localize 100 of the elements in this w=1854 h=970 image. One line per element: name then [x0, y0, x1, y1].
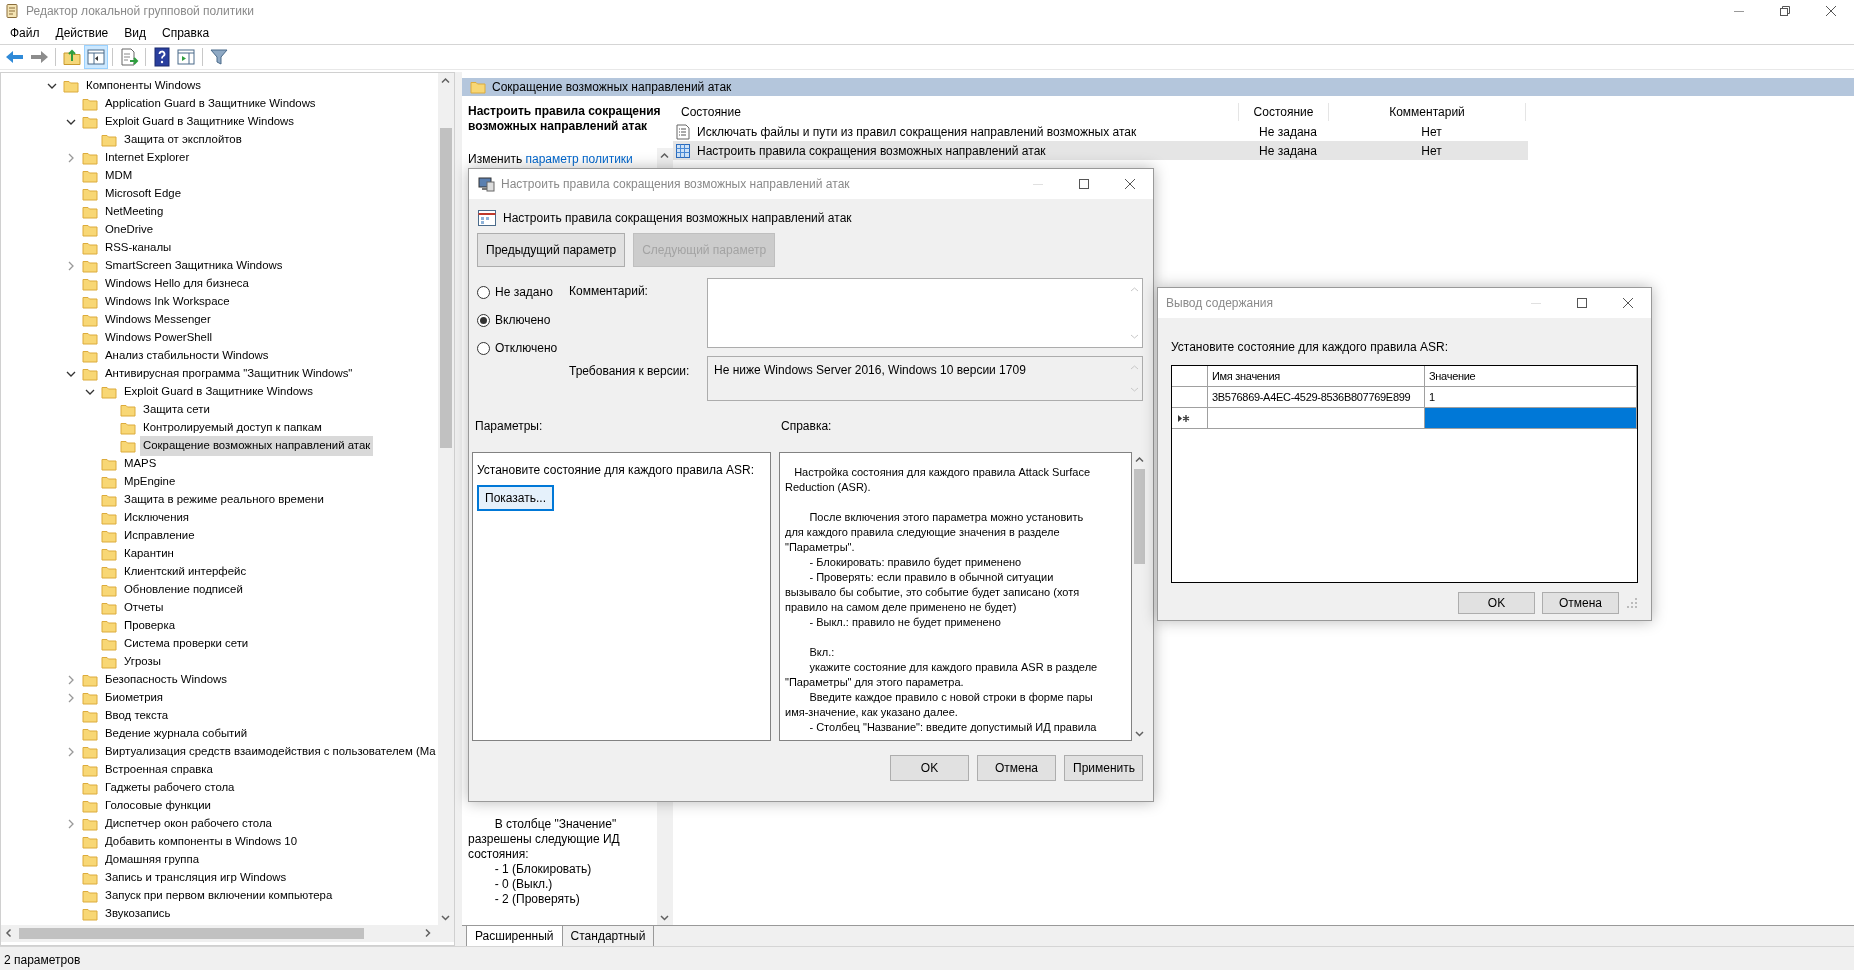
tree-item[interactable]: Гаджеты рабочего стола: [102, 778, 238, 798]
tree-item[interactable]: Windows Hello для бизнеса: [102, 274, 252, 294]
tree-item[interactable]: Голосовые функции: [102, 796, 214, 816]
tree-item[interactable]: Защита сети: [140, 400, 213, 420]
table-cell[interactable]: 3B576869-A4EC-4529-8536B807769E899: [1208, 387, 1425, 408]
tree-item[interactable]: Контролируемый доступ к папкам: [140, 418, 325, 438]
list-row[interactable]: Настроить правила сокращения возможных направлений атак Не задана Нет: [673, 141, 1528, 160]
tree-item[interactable]: Исправление: [121, 526, 198, 546]
scroll-thumb[interactable]: [1134, 469, 1145, 564]
tree-item[interactable]: Виртуализация средств взаимодействия с пользователем (Ма: [102, 742, 438, 762]
tree-item[interactable]: Встроенная справка: [102, 760, 216, 780]
table-cell[interactable]: [1208, 408, 1425, 429]
radio-icon[interactable]: [477, 341, 490, 355]
tree-item[interactable]: Запись и трансляция игр Windows: [102, 868, 290, 888]
filter-icon[interactable]: [208, 46, 230, 68]
tree-item[interactable]: MAPS: [121, 454, 160, 474]
radio-icon[interactable]: [477, 285, 490, 299]
help-paragraph: В столбце "Значение" разрешены следующие ИД состояния: - 1 (Блокировать) - 0 (Выкл.) - 2 (Проверять): [468, 817, 621, 907]
scroll-thumb[interactable]: [19, 928, 364, 939]
folder-icon: [82, 259, 98, 273]
dialog-button[interactable]: Отмена: [1542, 592, 1619, 614]
tree-item[interactable]: Exploit Guard в Защитнике Windows: [121, 382, 317, 402]
tree-item[interactable]: Запуск при первом включении компьютера: [102, 886, 336, 906]
tree-item[interactable]: Защита от эксплойтов: [121, 130, 245, 150]
tree-item[interactable]: Обновление подписей: [121, 580, 246, 600]
tree-item[interactable]: Карантин: [121, 544, 177, 564]
tree-item[interactable]: Application Guard в Защитнике Windows: [102, 94, 319, 114]
tree-item[interactable]: Компоненты Windows: [83, 76, 204, 96]
menu-item[interactable]: Вид: [116, 22, 154, 44]
tree-item[interactable]: NetMeeting: [102, 202, 167, 222]
folder-icon: [101, 619, 117, 633]
folder-icon: [82, 151, 98, 165]
status-bar: 2 параметров: [0, 946, 1854, 970]
tree-item[interactable]: OneDrive: [102, 220, 157, 240]
tree-item[interactable]: Ведение журнала событий: [102, 724, 251, 744]
tree-item[interactable]: MpEngine: [121, 472, 179, 492]
tree-item[interactable]: Антивирусная программа "Защитник Windows": [102, 364, 356, 384]
folder-icon: [82, 907, 98, 921]
tree-item[interactable]: Звукозапись: [102, 904, 174, 924]
vertical-scrollbar[interactable]: [438, 73, 454, 925]
tree-item[interactable]: Диспетчер окон рабочего стола: [102, 814, 275, 834]
tree-item[interactable]: Исключения: [121, 508, 193, 528]
list-row[interactable]: Исключать файлы и пути из правил сокращения направлений возможных атак Не задана Нет: [673, 122, 1528, 141]
resize-grip-icon[interactable]: [1626, 597, 1638, 609]
field-value: Не ниже Windows Server 2016, Windows 10 версии 1709: [713, 362, 1027, 379]
scroll-thumb[interactable]: [440, 128, 452, 448]
menu-item[interactable]: Файл: [2, 22, 48, 44]
tree-item[interactable]: Internet Explorer: [102, 148, 193, 168]
column-header[interactable]: Имя значения: [1208, 366, 1425, 387]
tree-item[interactable]: Биометрия: [102, 688, 167, 708]
folder-icon: [82, 673, 98, 687]
tree-item[interactable]: Windows Ink Workspace: [102, 292, 233, 312]
row-header[interactable]: [1172, 408, 1208, 429]
tree-item[interactable]: SmartScreen Защитника Windows: [102, 256, 286, 276]
radio-option[interactable]: Отключено: [477, 339, 569, 357]
policy-link[interactable]: параметр политики: [525, 152, 633, 166]
tree-item[interactable]: Система проверки сети: [121, 634, 252, 654]
tree-item[interactable]: Ввод текста: [102, 706, 172, 726]
horizontal-scrollbar[interactable]: [1, 925, 454, 942]
tree-item[interactable]: Проверка: [121, 616, 179, 636]
column-header[interactable]: Комментарий: [1329, 103, 1526, 121]
dialog-button[interactable]: OK: [890, 755, 969, 781]
nav-button[interactable]: Предыдущий параметр: [477, 233, 626, 267]
radio-icon[interactable]: [477, 313, 490, 327]
field-label: Требования к версии:: [569, 363, 691, 380]
menu-item[interactable]: Действие: [47, 22, 117, 44]
tree-item[interactable]: Exploit Guard в Защитнике Windows: [102, 112, 298, 132]
comment-field[interactable]: [707, 278, 1143, 348]
tab[interactable]: Расширенный: [466, 926, 563, 948]
dialog-button[interactable]: OK: [1458, 592, 1535, 614]
field-label: Комментарий:: [569, 283, 649, 300]
tree-item[interactable]: RSS-каналы: [102, 238, 175, 258]
tree-item[interactable]: Windows Messenger: [102, 310, 214, 330]
radio-option[interactable]: Не задано: [477, 283, 569, 301]
tree-item[interactable]: Windows PowerShell: [102, 328, 215, 348]
tree-item[interactable]: Сокращение возможных направлений атак: [140, 436, 374, 456]
column-header[interactable]: Значение: [1425, 366, 1637, 387]
tree-item[interactable]: Отчеты: [121, 598, 167, 618]
show-button[interactable]: Показать...: [477, 485, 554, 511]
tree-item[interactable]: Добавить компоненты в Windows 10: [102, 832, 301, 852]
folder-icon: [120, 439, 136, 453]
radio-option[interactable]: Включено: [477, 311, 569, 329]
column-header[interactable]: Состояние: [673, 103, 1239, 121]
dialog-button[interactable]: Отмена: [977, 755, 1056, 781]
console-tree-icon[interactable]: [85, 46, 107, 68]
tree-item[interactable]: Защита в режиме реального времени: [121, 490, 327, 510]
tree-item[interactable]: Анализ стабильности Windows: [102, 346, 272, 366]
table-cell[interactable]: [1425, 408, 1637, 429]
export-list-icon[interactable]: [118, 46, 140, 68]
tree-item[interactable]: Microsoft Edge: [102, 184, 184, 204]
tree-item[interactable]: MDM: [102, 166, 136, 186]
tree-item[interactable]: Клиентский интерфейс: [121, 562, 250, 582]
menu-item[interactable]: Справка: [154, 22, 218, 44]
tree-item[interactable]: Угрозы: [121, 652, 164, 672]
tree-item[interactable]: Безопасность Windows: [102, 670, 231, 690]
help-icon[interactable]: [151, 46, 173, 68]
dialog-button[interactable]: Применить: [1064, 755, 1143, 781]
tree-item[interactable]: Домашняя группа: [102, 850, 202, 870]
column-header[interactable]: Состояние: [1239, 103, 1329, 121]
folder-icon: [82, 727, 98, 741]
